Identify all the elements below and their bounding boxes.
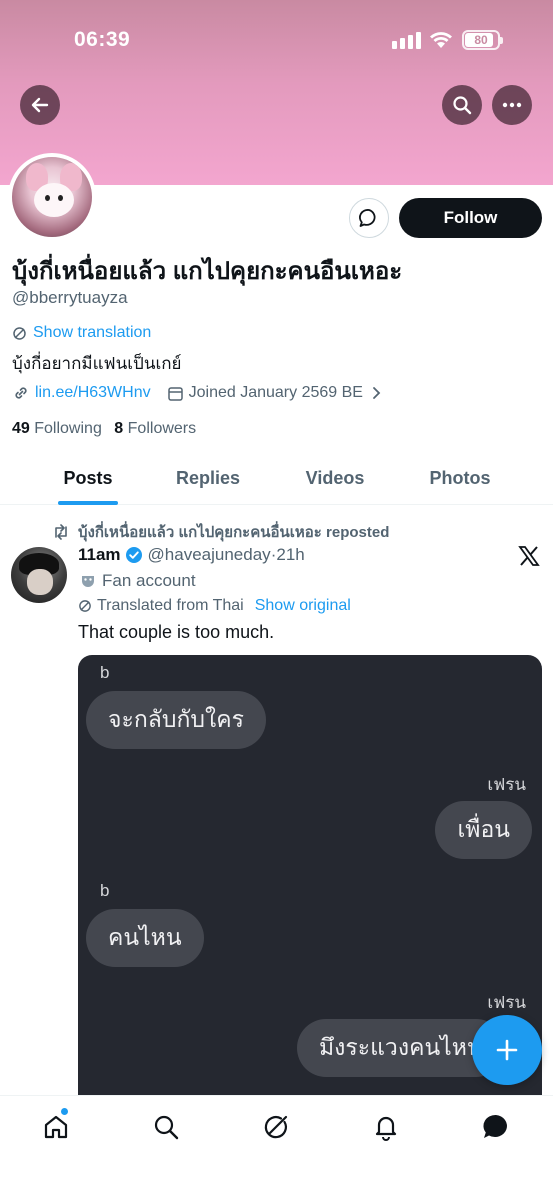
post-time[interactable]: 21h bbox=[276, 545, 304, 565]
translate-icon bbox=[79, 600, 91, 612]
calendar-icon bbox=[167, 386, 183, 401]
tab-replies-label: Replies bbox=[175, 468, 241, 488]
tab-photos[interactable]: Photos bbox=[410, 452, 510, 505]
chat-bubble: คนไหน bbox=[86, 909, 204, 967]
followers-count: 8 bbox=[114, 420, 124, 437]
home-icon bbox=[44, 1115, 68, 1139]
profile-avatar[interactable] bbox=[8, 153, 96, 241]
nav-search[interactable] bbox=[151, 1112, 181, 1142]
plus-icon bbox=[496, 1039, 518, 1061]
fan-account-text: Fan account bbox=[102, 571, 196, 590]
chat-bubble: จะกลับกับใคร bbox=[86, 691, 266, 749]
signal-icon bbox=[392, 32, 421, 49]
back-button[interactable] bbox=[20, 85, 60, 125]
post-media-image[interactable]: b จะกลับกับใคร เฟรน เพื่อน b คนไหน เฟรน … bbox=[78, 655, 542, 1105]
compose-button[interactable] bbox=[472, 1015, 542, 1085]
chevron-right-icon[interactable] bbox=[371, 386, 381, 400]
tab-posts[interactable]: Posts bbox=[38, 452, 138, 505]
x-logo-icon bbox=[518, 546, 540, 566]
post-author-avatar[interactable] bbox=[11, 547, 67, 603]
post-author-handle[interactable]: @haveajuneday bbox=[148, 545, 271, 565]
mask-icon bbox=[82, 576, 94, 587]
repost-indicator: บุ้งกี่เหนื่อยแล้ว แกไปคุยกะคนอื่นเหอะ r… bbox=[52, 520, 389, 544]
post-text: That couple is too much. bbox=[78, 622, 275, 642]
status-time: 06:39 bbox=[74, 28, 131, 51]
search-icon bbox=[453, 96, 472, 115]
profile-tabs: Posts Replies Videos Photos bbox=[0, 452, 553, 505]
follow-stats: 49 Following 8 Followers bbox=[12, 420, 196, 438]
wifi-icon bbox=[428, 30, 454, 55]
bell-icon bbox=[375, 1116, 397, 1141]
notification-dot bbox=[61, 1108, 68, 1115]
profile-bio: บุ้งกี่อยากมีแฟนเป็นเกย์ bbox=[12, 354, 182, 373]
nav-grok[interactable] bbox=[261, 1112, 291, 1142]
following-stat[interactable]: 49 Following bbox=[12, 420, 102, 437]
following-count: 49 bbox=[12, 420, 30, 437]
message-button[interactable] bbox=[349, 198, 389, 238]
arrow-left-icon bbox=[31, 97, 49, 113]
chat-sender-name: เฟรน bbox=[487, 993, 526, 1012]
translated-from-label: Translated from Thai bbox=[97, 597, 244, 614]
profile-name: บุ้งกี่เหนื่อยแล้ว แกไปคุยกะคนอืนเหอะ bbox=[12, 258, 403, 285]
followers-stat[interactable]: 8 Followers bbox=[114, 420, 196, 437]
message-bubble-icon bbox=[483, 1114, 507, 1138]
more-horizontal-icon bbox=[502, 102, 522, 108]
post-header: 11am @haveajuneday · 21h bbox=[78, 545, 305, 565]
more-button[interactable] bbox=[492, 85, 532, 125]
tab-videos[interactable]: Videos bbox=[285, 452, 385, 505]
nav-home[interactable] bbox=[41, 1108, 71, 1142]
following-label: Following bbox=[34, 420, 102, 437]
bottom-navigation bbox=[0, 1095, 553, 1200]
status-bar: 06:39 80 bbox=[0, 28, 553, 56]
show-original-link[interactable]: Show original bbox=[255, 597, 351, 615]
profile-handle: @bberrytuayza bbox=[12, 288, 128, 307]
show-translation-label: Show translation bbox=[33, 324, 152, 341]
nav-messages[interactable] bbox=[481, 1112, 511, 1142]
profile-meta: lin.ee/H63WHnv Joined January 2569 BE bbox=[12, 384, 381, 402]
tab-posts-label: Posts bbox=[63, 468, 113, 488]
search-button[interactable] bbox=[442, 85, 482, 125]
joined-date: Joined January 2569 BE bbox=[188, 384, 363, 401]
verified-badge-icon bbox=[125, 547, 142, 563]
show-translation-link[interactable]: Show translation bbox=[12, 324, 151, 342]
translate-icon bbox=[13, 326, 26, 340]
tab-active-indicator bbox=[58, 501, 118, 505]
battery-icon: 80 bbox=[462, 30, 503, 50]
grok-icon bbox=[264, 1115, 288, 1139]
link-icon bbox=[15, 387, 27, 399]
chat-sender-name: b bbox=[100, 881, 110, 900]
battery-level: 80 bbox=[474, 33, 488, 47]
nav-notifications[interactable] bbox=[371, 1112, 401, 1142]
repost-icon bbox=[55, 524, 67, 540]
chat-bubble: เพื่อน bbox=[435, 801, 532, 859]
chat-sender-name: b bbox=[100, 663, 110, 682]
tab-replies[interactable]: Replies bbox=[158, 452, 258, 505]
tab-photos-label: Photos bbox=[429, 468, 491, 488]
repost-text: บุ้งกี่เหนื่อยแล้ว แกไปคุยกะคนอื่นเหอะ r… bbox=[78, 524, 390, 541]
profile-link[interactable]: lin.ee/H63WHnv bbox=[35, 384, 151, 402]
fan-account-label: Fan account bbox=[80, 571, 196, 591]
followers-label: Followers bbox=[127, 420, 197, 437]
message-bubble-icon bbox=[359, 209, 376, 227]
search-icon bbox=[154, 1115, 179, 1140]
chat-sender-name: เฟรน bbox=[487, 775, 526, 794]
follow-button[interactable]: Follow bbox=[399, 198, 542, 238]
translation-notice: Translated from Thai Show original bbox=[78, 597, 351, 615]
post-author-name[interactable]: 11am bbox=[78, 545, 121, 565]
tab-videos-label: Videos bbox=[305, 468, 365, 488]
